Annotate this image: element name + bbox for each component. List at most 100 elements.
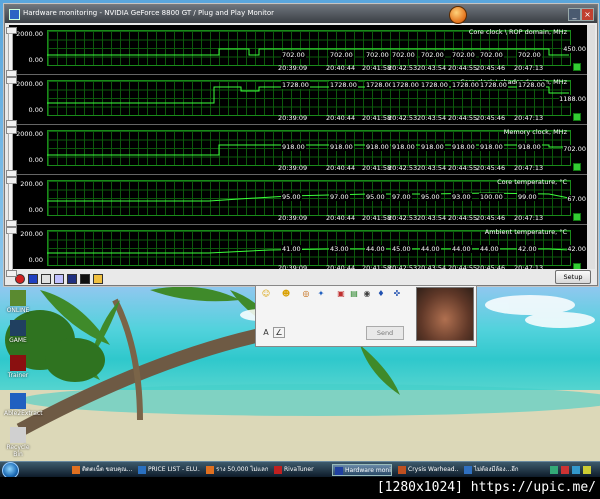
y-axis-min: 0.00 <box>28 156 43 164</box>
time-label: 20:39:09 <box>278 114 308 122</box>
taskbar-item-label: PRICE LIST - ELU... <box>148 466 200 473</box>
desktop-icon-label: Trainer <box>7 372 29 379</box>
panel-handle-bottom[interactable] <box>6 120 17 127</box>
status-indicator-icon[interactable] <box>573 63 581 71</box>
graph-title: Ambient temperature, °C <box>484 228 567 236</box>
time-label: 20:40:44 <box>326 264 356 269</box>
panel-slider[interactable] <box>8 33 13 71</box>
time-label: 20:40:44 <box>326 214 356 222</box>
taskbar-item[interactable]: ติดตเน็ต ขอบคุณ... <box>70 464 132 476</box>
photo-icon[interactable]: ◉ <box>362 289 372 298</box>
edit-icon[interactable]: ∠ <box>273 327 285 338</box>
desktop-icon[interactable]: Recycle Bin <box>4 427 32 458</box>
graph-area: Core clock \ ROP domain, MHz 2000.00 0.00 4… <box>9 25 587 269</box>
gift-icon[interactable]: ▣ <box>336 289 346 298</box>
value-label: 97.00 <box>329 193 350 201</box>
value-label: 42.00 <box>517 245 538 253</box>
panel-handle-bottom[interactable] <box>6 270 17 277</box>
folder-icon[interactable] <box>93 274 103 284</box>
close-button[interactable]: × <box>581 8 594 21</box>
value-label: 918.00 <box>329 143 354 151</box>
brand-logo-icon <box>449 6 467 24</box>
value-label: 702.00 <box>329 51 354 59</box>
taskbar-item[interactable]: ราง 50,000 ไม่แลก... <box>204 464 268 476</box>
value-label: 45.00 <box>391 245 412 253</box>
time-label: 20:45:46 <box>476 214 506 222</box>
panel-slider[interactable] <box>8 133 13 171</box>
taskbar-item[interactable]: Crysis Warhead... <box>396 464 458 476</box>
taskbar-item[interactable]: ไม่ต้องมีล้อง...อีก <box>462 464 530 476</box>
taskbar-item[interactable]: RivaTuner <box>272 464 328 476</box>
panel-slider[interactable] <box>8 233 13 271</box>
time-label: 20:43:54 <box>417 114 447 122</box>
taskbar-item[interactable]: PRICE LIST - ELU... <box>136 464 200 476</box>
value-label: 97.00 <box>391 193 412 201</box>
value-label: 918.00 <box>365 143 390 151</box>
time-label: 20:41:58 <box>362 214 392 222</box>
time-label: 20:40:44 <box>326 64 356 72</box>
status-indicator-icon[interactable] <box>573 213 581 221</box>
paste-icon[interactable] <box>54 274 64 284</box>
open-icon[interactable] <box>28 274 38 284</box>
value-label: 918.00 <box>451 143 476 151</box>
status-indicator-icon[interactable] <box>573 113 581 121</box>
taskbar-item-label: ไม่ต้องมีล้อง...อีก <box>474 466 519 473</box>
current-value: 67.00 <box>567 195 586 203</box>
save-icon[interactable] <box>80 274 90 284</box>
title-bar[interactable]: Hardware monitoring - NVIDIA GeForce 880… <box>5 5 597 24</box>
taskbar-item-label: ติดตเน็ต ขอบคุณ... <box>82 466 132 473</box>
time-label: 20:44:55 <box>448 64 478 72</box>
value-label: 99.00 <box>517 193 538 201</box>
desktop-icon[interactable]: GAME <box>4 320 32 344</box>
avatar[interactable] <box>416 287 474 341</box>
value-label: 918.00 <box>517 143 542 151</box>
value-label: 1728.00 <box>420 81 449 89</box>
current-value: 702.00 <box>563 145 586 153</box>
current-value: 1188.00 <box>559 95 586 103</box>
panel-handle-bottom[interactable] <box>6 170 17 177</box>
desktop-icon[interactable]: Able2Extract <box>4 393 43 417</box>
online-icon <box>10 290 26 306</box>
desktop-icon-label: ONLINE <box>6 307 30 314</box>
setup-button[interactable]: Setup <box>555 270 591 284</box>
taskbar-item[interactable]: Hardware monit... <box>332 464 392 476</box>
hardware-monitor-window: Hardware monitoring - NVIDIA GeForce 880… <box>4 4 598 286</box>
value-label: 702.00 <box>517 51 542 59</box>
time-label: 20:42:53 <box>388 264 418 269</box>
voice-icon[interactable]: ✦ <box>316 289 326 298</box>
wink-icon[interactable]: ☻ <box>281 289 291 298</box>
copy-icon[interactable] <box>41 274 51 284</box>
graph-title: Core clock \ ROP domain, MHz <box>468 28 567 36</box>
panel-slider[interactable] <box>8 183 13 221</box>
taskbar-app-icon <box>398 466 406 474</box>
vertical-scrollbar[interactable] <box>587 25 595 269</box>
tray-icons[interactable] <box>548 464 600 476</box>
minimize-button[interactable]: _ <box>568 8 581 21</box>
status-indicator-icon[interactable] <box>573 263 581 269</box>
panel-handle-bottom[interactable] <box>6 70 17 77</box>
chat-window: ☺ ☻ ◎ ✦ ▣ ▤ ◉ ♦ ✜ A ∠ Send <box>255 285 477 347</box>
send-button[interactable]: Send <box>366 326 404 340</box>
more-icon[interactable]: ✜ <box>392 289 402 298</box>
value-label: 44.00 <box>420 245 441 253</box>
monitor-icon[interactable] <box>67 274 77 284</box>
time-label: 20:41:58 <box>362 64 392 72</box>
panel-handle-bottom[interactable] <box>6 220 17 227</box>
value-label: 918.00 <box>281 143 306 151</box>
value-label: 702.00 <box>391 51 416 59</box>
nudge-icon[interactable]: ◎ <box>301 289 311 298</box>
y-axis-min: 0.00 <box>28 206 43 214</box>
font-icon[interactable]: A <box>261 328 271 337</box>
sharing-icon[interactable]: ♦ <box>376 289 386 298</box>
panel-slider[interactable] <box>8 83 13 121</box>
desktop-icon[interactable]: ONLINE <box>4 290 32 314</box>
emoticon-icon[interactable]: ☺ <box>261 289 271 298</box>
value-label: 1728.00 <box>517 81 546 89</box>
desktop-icon[interactable]: Trainer <box>4 355 32 379</box>
games-icon[interactable]: ▤ <box>349 289 359 298</box>
status-indicator-icon[interactable] <box>573 163 581 171</box>
value-label: 1728.00 <box>329 81 358 89</box>
time-label: 20:40:44 <box>326 114 356 122</box>
taskbar-app-icon <box>72 466 80 474</box>
time-label: 20:47:13 <box>514 164 544 172</box>
